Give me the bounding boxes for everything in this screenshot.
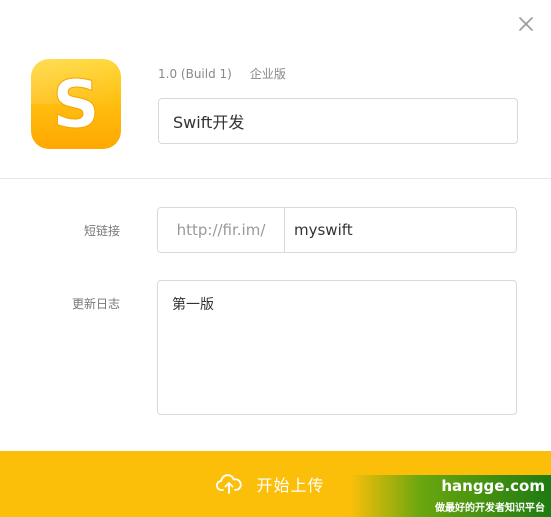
app-name-input[interactable]	[158, 98, 518, 144]
version-text: 1.0 (Build 1)	[158, 67, 232, 81]
close-icon	[519, 17, 533, 31]
short-link-label: 短链接	[83, 224, 120, 238]
cloud-upload-icon	[216, 474, 243, 494]
section-divider	[0, 178, 551, 179]
app-icon: S	[31, 59, 121, 149]
upload-button-content: 开始上传	[216, 472, 324, 496]
edition-text: 企业版	[249, 67, 286, 81]
watermark-slogan-text: 做最好的开发者知识平台	[435, 503, 545, 514]
watermark-site-text: hangge.com	[441, 477, 545, 495]
app-icon-letter: S	[52, 66, 100, 143]
close-button[interactable]	[516, 14, 536, 34]
upload-dialog: S 1.0 (Build 1) 企业版 短链接 http://fir.im/ 更新…	[0, 0, 551, 517]
changelog-textarea[interactable]: 第一版	[157, 280, 517, 415]
version-info: 1.0 (Build 1) 企业版	[158, 65, 286, 82]
site-watermark: hangge.com 做最好的开发者知识平台	[350, 475, 551, 517]
short-link-field: http://fir.im/	[157, 207, 517, 253]
short-link-prefix: http://fir.im/	[158, 208, 285, 252]
short-link-input[interactable]	[285, 208, 516, 252]
upload-button-label: 开始上传	[256, 476, 325, 495]
changelog-label: 更新日志	[71, 297, 120, 311]
